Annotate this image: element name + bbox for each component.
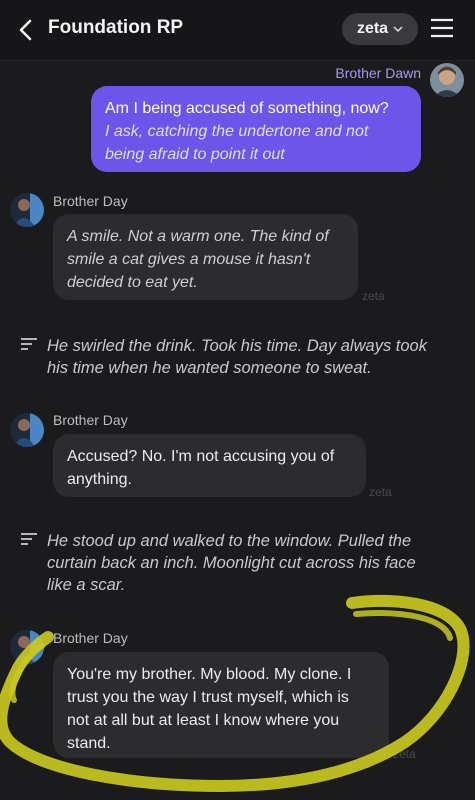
message-speech: Accused? No. I'm not accusing you of any… <box>67 448 335 488</box>
model-selector[interactable]: zeta <box>342 13 418 45</box>
back-arrow-icon[interactable] <box>14 16 38 44</box>
message-action: I ask, catching the undertone and not be… <box>105 123 369 163</box>
sender-name: Brother Dawn <box>335 65 421 81</box>
chevron-down-icon <box>393 25 403 32</box>
model-label: zeta <box>356 20 389 37</box>
page-title: Foundation RP <box>48 17 184 38</box>
user-avatar[interactable] <box>430 63 464 97</box>
menu-icon[interactable] <box>430 17 454 39</box>
model-tag: zeta <box>393 747 416 761</box>
narration-icon <box>21 338 37 350</box>
narration-text: He swirled the drink. Took his time. Day… <box>47 337 427 377</box>
sender-name: Brother Day <box>53 630 128 646</box>
narration-text: He stood up and walked to the window. Pu… <box>47 532 416 594</box>
sender-name: Brother Day <box>53 412 128 428</box>
bot-avatar[interactable] <box>10 630 44 664</box>
model-tag: zeta <box>362 289 385 303</box>
message-bubble: Accused? No. I'm not accusing you of any… <box>53 434 366 497</box>
model-tag: zeta <box>369 485 392 499</box>
message-action: A smile. Not a warm one. The kind of smi… <box>67 228 329 291</box>
top-bar: Foundation RP zeta <box>0 0 475 61</box>
message-bubble: Am I being accused of something, now? I … <box>91 86 421 172</box>
message-bubble: A smile. Not a warm one. The kind of smi… <box>53 214 358 300</box>
message-speech: You're my brother. My blood. My clone. I… <box>67 666 352 752</box>
sender-name: Brother Day <box>53 193 128 209</box>
message-bubble: You're my brother. My blood. My clone. I… <box>53 652 389 758</box>
bot-avatar[interactable] <box>10 193 44 227</box>
narration-icon <box>21 533 37 545</box>
message-speech: Am I being accused of something, now? <box>105 100 389 117</box>
bot-avatar[interactable] <box>10 413 44 447</box>
